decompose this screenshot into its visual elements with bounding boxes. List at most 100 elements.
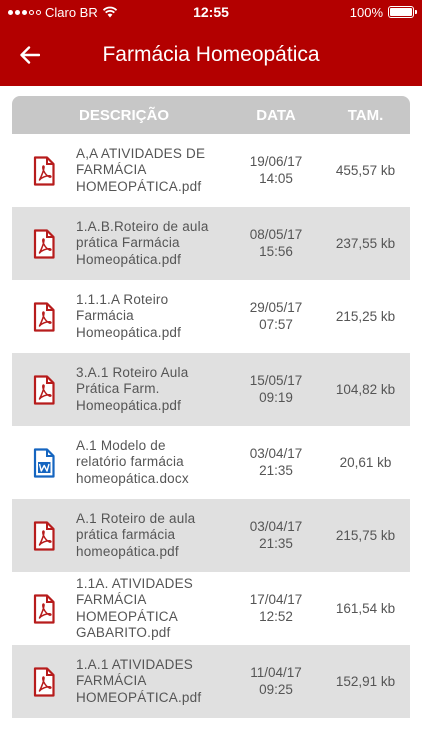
file-date: 11/04/17 09:25 — [231, 665, 321, 698]
file-description-line: 3.A.1 Roteiro Aula — [76, 364, 189, 380]
pdf-icon — [12, 520, 76, 551]
file-description-line: Homeopática.pdf — [76, 251, 182, 267]
file-size: 161,54 kb — [335, 601, 396, 616]
file-date: 03/04/17 21:35 — [231, 519, 321, 552]
status-right: 100% — [349, 4, 417, 20]
table-row[interactable]: A.1 Modelo de relatório farmácia homeopáti… — [12, 426, 410, 499]
file-description-line: 1.1A. ATIVIDADES — [76, 575, 193, 591]
file-description: A.1 Roteiro de aula prática farmácia homeo… — [76, 511, 231, 561]
arrow-left-icon — [20, 46, 40, 64]
file-description: 1.A.B.Roteiro de aula prática Farmácia Hom… — [76, 219, 231, 269]
table-row[interactable]: 3.A.1 Roteiro Aula Prática Farm. Homeopáti… — [12, 353, 410, 426]
file-date-time: 07:57 — [259, 316, 293, 332]
word-icon — [12, 447, 76, 478]
file-date-time: 21:35 — [259, 535, 293, 551]
file-description-line: homeopática.docx — [76, 470, 189, 486]
file-description-line: prática farmácia — [76, 527, 176, 543]
file-date: 17/04/17 12:52 — [231, 592, 321, 625]
carrier-label: Claro BR — [45, 4, 98, 20]
pdf-icon — [12, 301, 76, 332]
file-date-time: 09:19 — [259, 389, 293, 405]
file-date: 08/05/17 15:56 — [231, 227, 321, 260]
file-description: 3.A.1 Roteiro Aula Prática Farm. Homeopáti… — [76, 365, 231, 415]
file-description-line: homeopática.pdf — [76, 543, 179, 559]
pdf-icon — [12, 374, 76, 405]
column-header-date: DATA — [256, 106, 296, 124]
file-description-line: HOMEOPÁTICA.pdf — [76, 689, 202, 705]
pdf-icon — [12, 155, 76, 186]
column-header-size: TAM. — [347, 106, 384, 124]
file-date-time: 12:52 — [259, 608, 293, 624]
file-date-day: 11/04/17 — [250, 665, 302, 680]
file-description-line: 1.1.1.A Roteiro — [76, 291, 169, 307]
file-date-day: 29/05/17 — [249, 300, 303, 315]
file-date-time: 14:05 — [259, 170, 293, 186]
battery-percent: 100% — [349, 4, 383, 20]
file-date-time: 15:56 — [259, 243, 293, 259]
file-description-line: HOMEOPÁTICA.pdf — [76, 178, 202, 194]
wifi-icon — [102, 6, 117, 18]
file-description-line: A.1 Roteiro de aula — [76, 510, 196, 526]
pdf-icon — [12, 666, 76, 697]
file-description: 1.A.1 ATIVIDADES FARMÁCIA HOMEOPÁTICA.pdf — [76, 657, 231, 707]
file-description-line: A,A ATIVIDADES DE — [76, 145, 206, 161]
file-description-line: prática Farmácia — [76, 235, 180, 251]
file-date: 29/05/17 07:57 — [231, 300, 321, 333]
file-date-day: 17/04/17 — [249, 592, 303, 607]
file-date-day: 03/04/17 — [249, 519, 303, 534]
status-bar: Claro BR 12:55 100% — [0, 0, 422, 24]
file-date-day: 03/04/17 — [249, 446, 303, 461]
file-date-time: 09:25 — [259, 681, 293, 697]
file-description-line: FARMÁCIA — [76, 673, 147, 689]
file-description: 1.1.1.A Roteiro Farmácia Homeopática.pdf — [76, 292, 231, 342]
file-description-line: Homeopática.pdf — [76, 397, 182, 413]
file-size: 20,61 kb — [339, 455, 392, 470]
file-description-line: 1.A.B.Roteiro de aula — [76, 218, 209, 234]
file-description: A,A ATIVIDADES DE FARMÁCIA HOMEOPÁTICA.pdf — [76, 146, 231, 196]
pdf-icon — [12, 228, 76, 259]
file-description: A.1 Modelo de relatório farmácia homeopáti… — [76, 438, 231, 488]
file-date-time: 21:35 — [259, 462, 293, 478]
table-row[interactable]: 1.A.1 ATIVIDADES FARMÁCIA HOMEOPÁTICA.pdf 1… — [12, 645, 410, 718]
file-description-line: A.1 Modelo de — [76, 437, 166, 453]
signal-icon — [8, 9, 41, 15]
battery-icon — [388, 6, 417, 18]
file-description-line: FARMÁCIA — [76, 592, 147, 607]
pdf-icon — [12, 593, 76, 624]
file-date: 19/06/17 14:05 — [231, 154, 321, 187]
table-row[interactable]: A,A ATIVIDADES DE FARMÁCIA HOMEOPÁTICA.pdf… — [12, 134, 410, 207]
file-description-line: Prática Farm. — [76, 381, 160, 397]
file-date: 15/05/17 09:19 — [231, 373, 321, 406]
table-header: DESCRIÇÃO DATA TAM. — [12, 96, 410, 134]
file-size: 215,75 kb — [335, 528, 396, 543]
status-left: Claro BR — [8, 5, 118, 20]
nav-bar: Farmácia Homeopática — [0, 24, 422, 86]
file-description-line: FARMÁCIA — [76, 162, 147, 178]
file-size: 104,82 kb — [335, 382, 396, 397]
file-description: 1.1A. ATIVIDADES FARMÁCIA HOMEOPÁTICA GABAR… — [76, 576, 231, 642]
file-size: 455,57 kb — [335, 163, 396, 178]
file-size: 152,91 kb — [335, 674, 396, 689]
content-area: DESCRIÇÃO DATA TAM. A,A ATIVIDADES DE FAR… — [0, 86, 422, 750]
file-description-line: 1.A.1 ATIVIDADES — [76, 656, 193, 672]
file-date-day: 08/05/17 — [249, 227, 303, 242]
file-description-line: GABARITO.pdf — [76, 625, 171, 640]
table-row[interactable]: 1.1A. ATIVIDADES FARMÁCIA HOMEOPÁTICA GABAR… — [12, 572, 410, 645]
file-date: 03/04/17 21:35 — [231, 446, 321, 479]
table-row[interactable]: 1.A.B.Roteiro de aula prática Farmácia Hom… — [12, 207, 410, 280]
file-description-line: Farmácia — [76, 308, 134, 324]
file-size: 215,25 kb — [335, 309, 396, 324]
files-table: DESCRIÇÃO DATA TAM. A,A ATIVIDADES DE FAR… — [12, 96, 410, 750]
table-row[interactable]: 1.1.1.A Roteiro Farmácia Homeopática.pdf 29… — [12, 280, 410, 353]
file-description-line: relatório farmácia — [76, 454, 184, 470]
file-size: 237,55 kb — [335, 236, 396, 251]
file-date-day: 15/05/17 — [249, 373, 303, 388]
column-header-description: DESCRIÇÃO — [79, 106, 170, 124]
file-description-line: Homeopática.pdf — [76, 324, 182, 340]
table-row[interactable]: A.1 Roteiro de aula prática farmácia homeo… — [12, 499, 410, 572]
table-body: A,A ATIVIDADES DE FARMÁCIA HOMEOPÁTICA.pdf… — [12, 134, 410, 718]
back-button[interactable] — [0, 24, 60, 86]
file-date-day: 19/06/17 — [249, 154, 303, 169]
page-title: Farmácia Homeopática — [102, 43, 320, 66]
file-description-line: HOMEOPÁTICA — [76, 608, 178, 624]
